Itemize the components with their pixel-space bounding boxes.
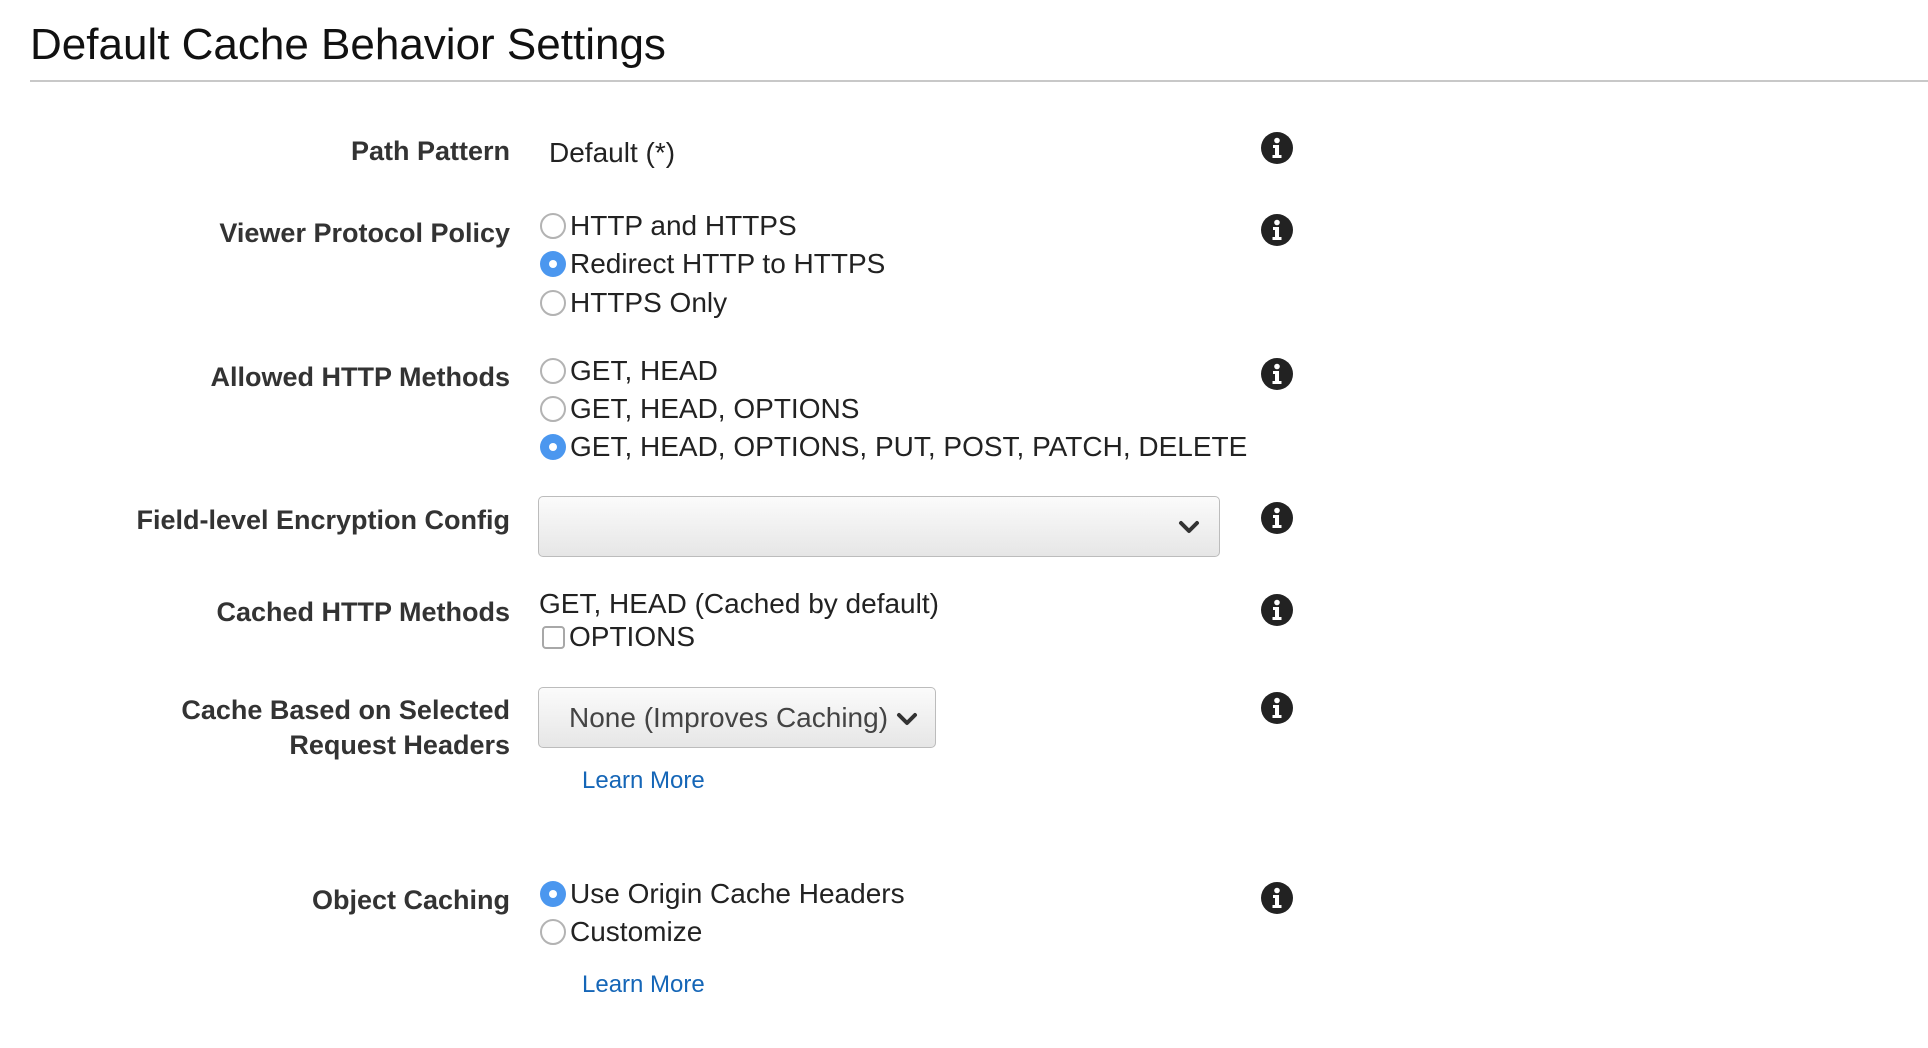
info-icon[interactable] <box>1261 692 1293 724</box>
info-icon[interactable] <box>1261 882 1293 914</box>
radio-redirect-http-to-https[interactable] <box>540 251 566 277</box>
info-icon[interactable] <box>1261 358 1293 390</box>
radio-all-methods[interactable] <box>540 434 566 460</box>
learn-more-link-object-caching[interactable]: Learn More <box>582 971 705 999</box>
radio-label: GET, HEAD <box>570 355 718 386</box>
radio-label: Use Origin Cache Headers <box>570 878 905 909</box>
radio-http-and-https[interactable] <box>540 213 566 239</box>
field-level-encryption-select[interactable] <box>538 496 1220 557</box>
radio-label: HTTP and HTTPS <box>570 210 797 241</box>
allowed-http-methods-label: Allowed HTTP Methods <box>210 362 510 392</box>
radio-customize[interactable] <box>540 919 566 945</box>
cache-headers-label-line1: Cache Based on Selected <box>181 695 510 725</box>
radio-label: GET, HEAD, OPTIONS <box>570 393 860 424</box>
path-pattern-label: Path Pattern <box>350 136 510 166</box>
title-divider <box>30 80 1928 82</box>
learn-more-link-headers[interactable]: Learn More <box>582 767 705 795</box>
cached-http-methods-label: Cached HTTP Methods <box>216 597 510 627</box>
checkbox-label: OPTIONS <box>569 621 696 652</box>
path-pattern-value: Default (*) <box>549 137 676 168</box>
allowed-methods-option-get-head-options[interactable]: GET, HEAD, OPTIONS <box>540 392 859 426</box>
cache-headers-value: None (Improves Caching) <box>569 702 889 733</box>
chevron-down-icon <box>1179 521 1199 533</box>
cached-methods-options-checkbox-row[interactable]: OPTIONS <box>540 620 695 654</box>
radio-label: GET, HEAD, OPTIONS, PUT, POST, PATCH, DE… <box>570 431 1248 462</box>
chevron-down-icon <box>897 713 917 725</box>
cache-headers-select[interactable]: None (Improves Caching) <box>538 687 936 748</box>
object-caching-option-use-origin-headers[interactable]: Use Origin Cache Headers <box>540 877 905 911</box>
cache-headers-label-line2: Request Headers <box>289 730 510 760</box>
info-icon[interactable] <box>1261 594 1293 626</box>
viewer-protocol-option-https-only[interactable]: HTTPS Only <box>540 286 727 320</box>
info-icon[interactable] <box>1261 132 1293 164</box>
info-icon[interactable] <box>1261 214 1293 246</box>
page-title: Default Cache Behavior Settings <box>30 20 666 69</box>
field-level-encryption-label: Field-level Encryption Config <box>136 505 510 535</box>
options-checkbox[interactable] <box>542 625 565 649</box>
radio-get-head[interactable] <box>540 358 566 384</box>
viewer-protocol-policy-label: Viewer Protocol Policy <box>219 218 510 248</box>
cached-methods-default-text: GET, HEAD (Cached by default) <box>539 588 939 619</box>
allowed-methods-option-get-head[interactable]: GET, HEAD <box>540 354 718 388</box>
viewer-protocol-option-redirect-http-to-https[interactable]: Redirect HTTP to HTTPS <box>540 247 885 281</box>
allowed-methods-option-all[interactable]: GET, HEAD, OPTIONS, PUT, POST, PATCH, DE… <box>540 430 1247 464</box>
object-caching-option-customize[interactable]: Customize <box>540 915 702 949</box>
radio-https-only[interactable] <box>540 290 566 316</box>
radio-label: HTTPS Only <box>570 287 728 318</box>
info-icon[interactable] <box>1261 502 1293 534</box>
radio-label: Redirect HTTP to HTTPS <box>570 248 886 279</box>
radio-use-origin-cache-headers[interactable] <box>540 881 566 907</box>
viewer-protocol-option-http-and-https[interactable]: HTTP and HTTPS <box>540 209 797 243</box>
radio-get-head-options[interactable] <box>540 396 566 422</box>
object-caching-label: Object Caching <box>311 885 510 915</box>
radio-label: Customize <box>570 916 703 947</box>
